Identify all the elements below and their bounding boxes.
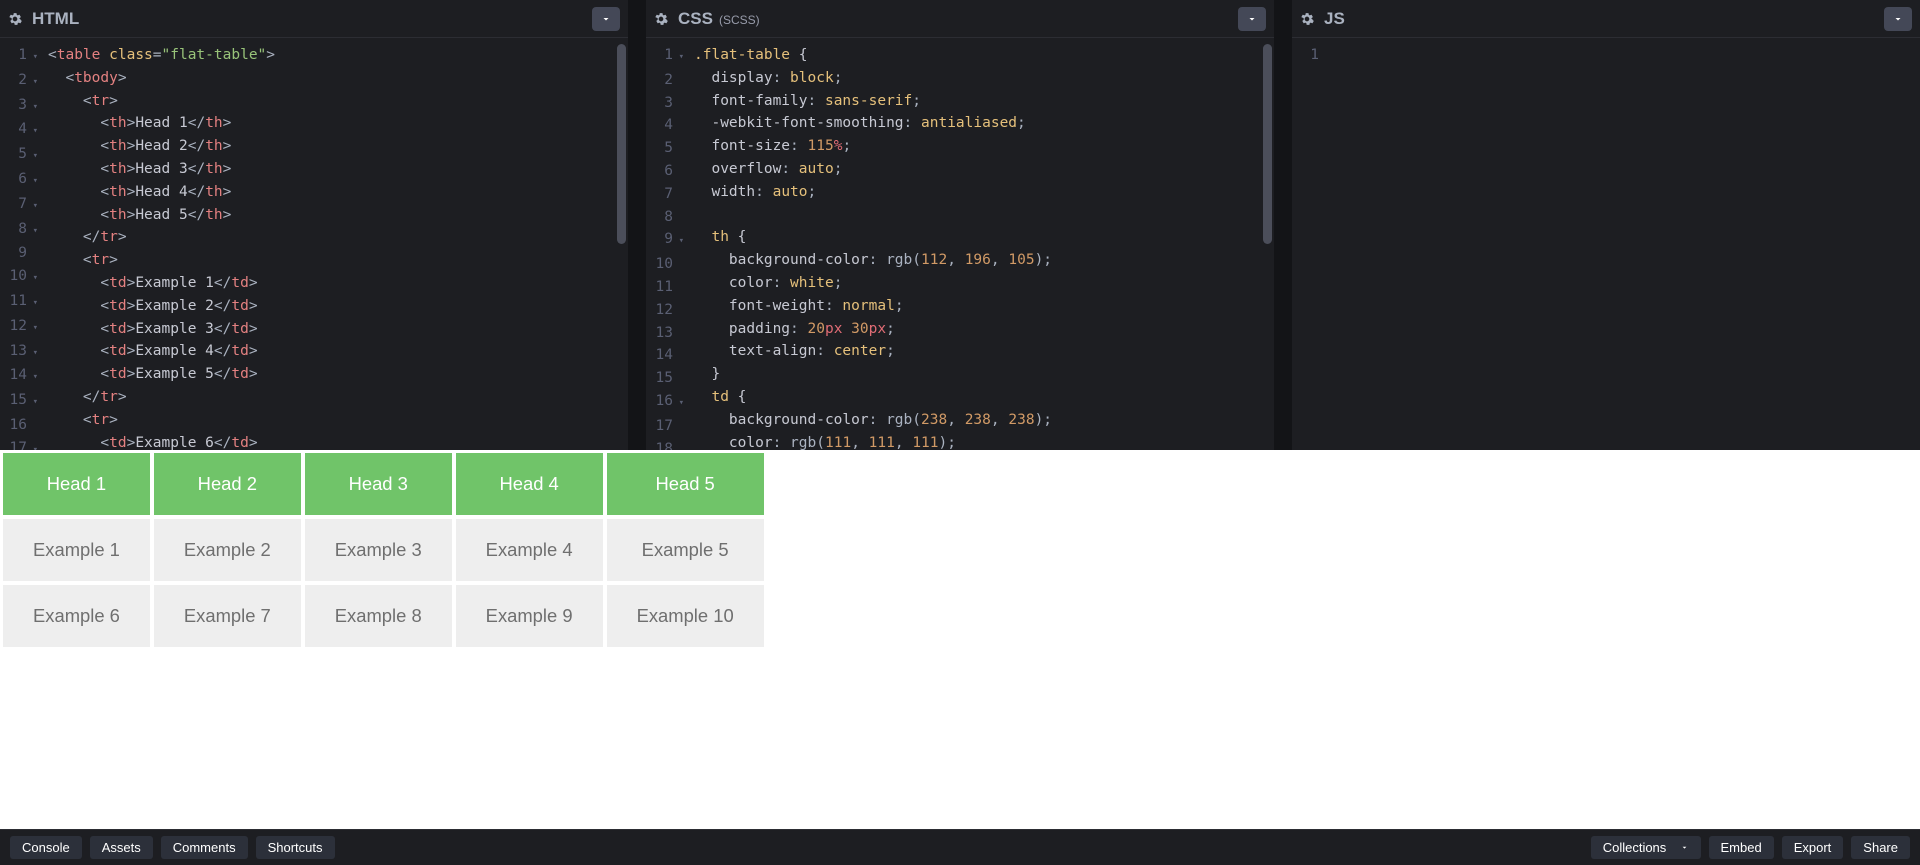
chevron-down-icon xyxy=(600,13,612,25)
panel-subtitle: (SCSS) xyxy=(719,13,760,27)
css-panel: CSS (SCSS) 1▾2 3 4 5 6 7 8 9▾10 11 12 13… xyxy=(646,0,1274,450)
table-header-cell: Head 3 xyxy=(304,452,453,516)
gear-icon[interactable] xyxy=(1300,12,1314,26)
output-preview: Head 1Head 2Head 3Head 4Head 5 Example 1… xyxy=(0,450,1920,829)
panel-title: CSS (SCSS) xyxy=(678,9,760,29)
panel-title: HTML xyxy=(32,9,79,29)
table-header-cell: Head 5 xyxy=(606,452,765,516)
chevron-down-icon xyxy=(1892,13,1904,25)
js-code-lines[interactable] xyxy=(1340,44,1920,450)
table-cell: Example 1 xyxy=(2,518,151,582)
table-cell: Example 6 xyxy=(2,584,151,648)
html-code-area[interactable]: 1▾2▾3▾4▾5▾6▾7▾8▾9 10▾11▾12▾13▾14▾15▾16 1… xyxy=(0,38,628,450)
panel-dropdown-button[interactable] xyxy=(592,7,620,31)
panel-title-text: JS xyxy=(1324,9,1345,29)
table-cell: Example 8 xyxy=(304,584,453,648)
table-cell: Example 9 xyxy=(455,584,604,648)
editors-row: HTML 1▾2▾3▾4▾5▾6▾7▾8▾9 10▾11▾12▾13▾14▾15… xyxy=(0,0,1920,450)
footer-button-assets[interactable]: Assets xyxy=(90,836,153,859)
panel-dropdown-button[interactable] xyxy=(1884,7,1912,31)
output-table: Head 1Head 2Head 3Head 4Head 5 Example 1… xyxy=(0,450,1920,650)
footer-button-collections[interactable]: Collections xyxy=(1591,836,1701,859)
table-row: Example 1Example 2Example 3Example 4Exam… xyxy=(2,518,765,582)
footer-button-console[interactable]: Console xyxy=(10,836,82,859)
footer-button-shortcuts[interactable]: Shortcuts xyxy=(256,836,335,859)
chevron-down-icon xyxy=(1680,843,1689,852)
css-panel-header: CSS (SCSS) xyxy=(646,0,1274,38)
scrollbar-vertical[interactable] xyxy=(617,44,626,244)
table-header-cell: Head 2 xyxy=(153,452,302,516)
footer-right-group: Collections Embed Export Share xyxy=(1591,836,1910,859)
chevron-down-icon xyxy=(1246,13,1258,25)
footer-left-group: Console Assets Comments Shortcuts xyxy=(10,836,335,859)
scrollbar-vertical[interactable] xyxy=(1263,44,1272,244)
table-header-cell: Head 4 xyxy=(455,452,604,516)
panel-title-text: HTML xyxy=(32,9,79,29)
js-gutter: 1 xyxy=(1292,44,1340,450)
footer-button-embed[interactable]: Embed xyxy=(1709,836,1774,859)
table-cell: Example 5 xyxy=(606,518,765,582)
table-head-row: Head 1Head 2Head 3Head 4Head 5 xyxy=(2,452,765,516)
panel-dropdown-button[interactable] xyxy=(1238,7,1266,31)
gear-icon[interactable] xyxy=(654,12,668,26)
table-header-cell: Head 1 xyxy=(2,452,151,516)
panel-title-text: CSS xyxy=(678,9,713,29)
table-row: Example 6Example 7Example 8Example 9Exam… xyxy=(2,584,765,648)
panel-title: JS xyxy=(1324,9,1345,29)
footer-button-comments[interactable]: Comments xyxy=(161,836,248,859)
table-cell: Example 3 xyxy=(304,518,453,582)
table-cell: Example 2 xyxy=(153,518,302,582)
table-cell: Example 10 xyxy=(606,584,765,648)
html-panel-header: HTML xyxy=(0,0,628,38)
html-gutter: 1▾2▾3▾4▾5▾6▾7▾8▾9 10▾11▾12▾13▾14▾15▾16 1… xyxy=(0,44,48,450)
gear-icon[interactable] xyxy=(8,12,22,26)
table-cell: Example 4 xyxy=(455,518,604,582)
css-code-lines[interactable]: .flat-table { display: block; font-famil… xyxy=(694,44,1274,450)
js-panel: JS 1 xyxy=(1292,0,1920,450)
js-panel-header: JS xyxy=(1292,0,1920,38)
table-cell: Example 7 xyxy=(153,584,302,648)
html-code-lines[interactable]: <table class="flat-table"> <tbody> <tr> … xyxy=(48,44,628,450)
footer-button-share[interactable]: Share xyxy=(1851,836,1910,859)
css-gutter: 1▾2 3 4 5 6 7 8 9▾10 11 12 13 14 15 16▾1… xyxy=(646,44,694,450)
html-panel: HTML 1▾2▾3▾4▾5▾6▾7▾8▾9 10▾11▾12▾13▾14▾15… xyxy=(0,0,628,450)
footer-bar: Console Assets Comments Shortcuts Collectio… xyxy=(0,829,1920,865)
footer-button-export[interactable]: Export xyxy=(1782,836,1844,859)
js-code-area[interactable]: 1 xyxy=(1292,38,1920,450)
css-code-area[interactable]: 1▾2 3 4 5 6 7 8 9▾10 11 12 13 14 15 16▾1… xyxy=(646,38,1274,450)
